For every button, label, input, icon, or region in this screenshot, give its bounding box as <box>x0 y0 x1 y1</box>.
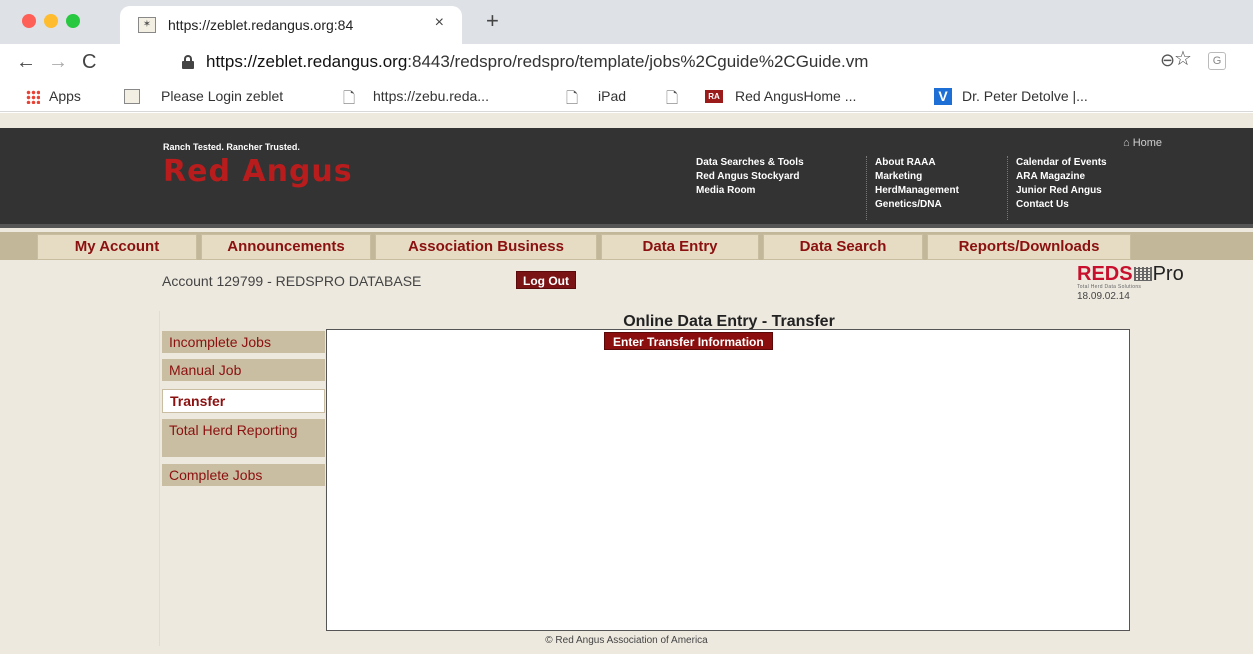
header-link[interactable]: HerdManagement <box>875 184 959 198</box>
address-bar[interactable]: https://zeblet.redangus.org:8443/redspro… <box>120 47 1200 79</box>
tab-announcements[interactable]: Announcements <box>201 234 371 260</box>
tab-data-search[interactable]: Data Search <box>763 234 923 260</box>
tab-association-business[interactable]: Association Business <box>375 234 597 260</box>
header-link[interactable]: Media Room <box>696 184 804 198</box>
header-link[interactable]: Contact Us <box>1016 198 1107 212</box>
sidebar-item-total-herd-reporting[interactable]: Total Herd Reporting <box>162 419 325 457</box>
site-favicon-icon <box>124 89 140 104</box>
header-link[interactable]: ARA Magazine <box>1016 170 1107 184</box>
maximize-window-button[interactable] <box>66 14 80 28</box>
page-icon: 🗋 <box>566 90 579 107</box>
extension-icon[interactable]: G <box>1208 52 1226 70</box>
new-tab-icon[interactable]: + <box>486 8 499 34</box>
footer-copyright: © Red Angus Association of America <box>545 635 708 646</box>
tab-data-entry[interactable]: Data Entry <box>601 234 759 260</box>
forward-icon[interactable]: → <box>48 51 68 74</box>
bookmark-ipad[interactable]: iPad <box>598 88 626 104</box>
red-angus-badge-icon: RA <box>705 90 723 103</box>
bookmark-login-zeblet[interactable]: Please Login zeblet <box>161 88 283 104</box>
sidebar-item-transfer[interactable]: Transfer <box>162 389 325 413</box>
bookmark-star-icon[interactable]: ☆ <box>1174 46 1192 71</box>
version-number: 18.09.02.14 <box>1077 291 1130 302</box>
red-angus-logo[interactable]: Red Angus <box>163 154 353 189</box>
apps-grid-icon <box>26 90 40 104</box>
url-text[interactable]: https://zeblet.redangus.org:8443/redspro… <box>206 52 868 72</box>
redspro-logo-pro: Pro <box>1152 263 1184 285</box>
home-link[interactable]: ⌂ Home <box>1123 137 1162 149</box>
header-menu-column: Data Searches & Tools Red Angus Stockyar… <box>688 156 804 220</box>
account-info: Account 129799 - REDSPRO DATABASE <box>162 273 422 289</box>
header-link[interactable]: Calendar of Events <box>1016 156 1107 170</box>
enter-transfer-button[interactable]: Enter Transfer Information <box>604 332 773 350</box>
page-icon: 🗋 <box>666 90 679 107</box>
bookmark-apps[interactable]: Apps <box>49 88 81 104</box>
header-link[interactable]: Data Searches & Tools <box>696 156 804 170</box>
redspro-logo-reds: REDS <box>1077 263 1133 285</box>
minimize-window-button[interactable] <box>44 14 58 28</box>
sidebar-item-manual-job[interactable]: Manual Job <box>162 359 325 381</box>
sidebar-item-complete-jobs[interactable]: Complete Jobs <box>162 464 325 486</box>
tab-title: https://zeblet.redangus.org:84 <box>168 17 354 33</box>
grid-icon <box>1133 267 1152 281</box>
url-path: :8443/redspro/redspro/template/jobs%2Cgu… <box>407 52 869 71</box>
redspro-logo: REDS Pro <box>1077 263 1184 286</box>
bookmark-zebu[interactable]: https://zebu.reda... <box>373 88 489 104</box>
browser-toolbar: ← → C https://zeblet.redangus.org:8443/r… <box>0 44 1253 82</box>
header-link[interactable]: Marketing <box>875 170 959 184</box>
zoom-icon[interactable]: ⊖ <box>1160 50 1175 71</box>
close-tab-icon[interactable]: × <box>435 14 444 32</box>
reload-icon[interactable]: C <box>82 51 96 74</box>
sidebar-item-incomplete-jobs[interactable]: Incomplete Jobs <box>162 331 325 353</box>
back-icon[interactable]: ← <box>16 51 36 74</box>
main-nav-tabs: My Account Announcements Association Bus… <box>0 232 1253 260</box>
redspro-subtitle: Total Herd Data Solutions <box>1077 284 1142 290</box>
page-icon: 🗋 <box>343 90 356 107</box>
header-link[interactable]: About RAAA <box>875 156 959 170</box>
site-header: Ranch Tested. Rancher Trusted. Red Angus… <box>0 128 1253 228</box>
bookmark-red-angus-home[interactable]: Red AngusHome ... <box>735 88 856 104</box>
site-tagline: Ranch Tested. Rancher Trusted. <box>163 142 300 152</box>
lock-icon <box>182 55 194 69</box>
bookmarks-bar: Apps Please Login zeblet 🗋 https://zebu.… <box>0 82 1253 112</box>
browser-tab-bar: ✶ https://zeblet.redangus.org:84 × + <box>0 0 1253 44</box>
site-favicon-icon: ✶ <box>138 17 156 33</box>
header-link[interactable]: Junior Red Angus <box>1016 184 1107 198</box>
browser-tab[interactable]: ✶ https://zeblet.redangus.org:84 × <box>120 6 462 44</box>
bookmark-peter-detolve[interactable]: Dr. Peter Detolve |... <box>962 88 1088 104</box>
header-menu-column: Calendar of Events ARA Magazine Junior R… <box>1007 156 1107 220</box>
transfer-panel: Enter Transfer Information <box>326 329 1130 631</box>
tab-reports-downloads[interactable]: Reports/Downloads <box>927 234 1131 260</box>
v-badge-icon: V <box>934 88 952 105</box>
header-menu-column: About RAAA Marketing HerdManagement Gene… <box>866 156 959 220</box>
close-window-button[interactable] <box>22 14 36 28</box>
page-content: Ranch Tested. Rancher Trusted. Red Angus… <box>0 113 1253 654</box>
header-link[interactable]: Genetics/DNA <box>875 198 959 212</box>
logout-button[interactable]: Log Out <box>516 271 576 289</box>
url-host: https://zeblet.redangus.org <box>206 52 408 71</box>
tab-my-account[interactable]: My Account <box>37 234 197 260</box>
header-link[interactable]: Red Angus Stockyard <box>696 170 804 184</box>
